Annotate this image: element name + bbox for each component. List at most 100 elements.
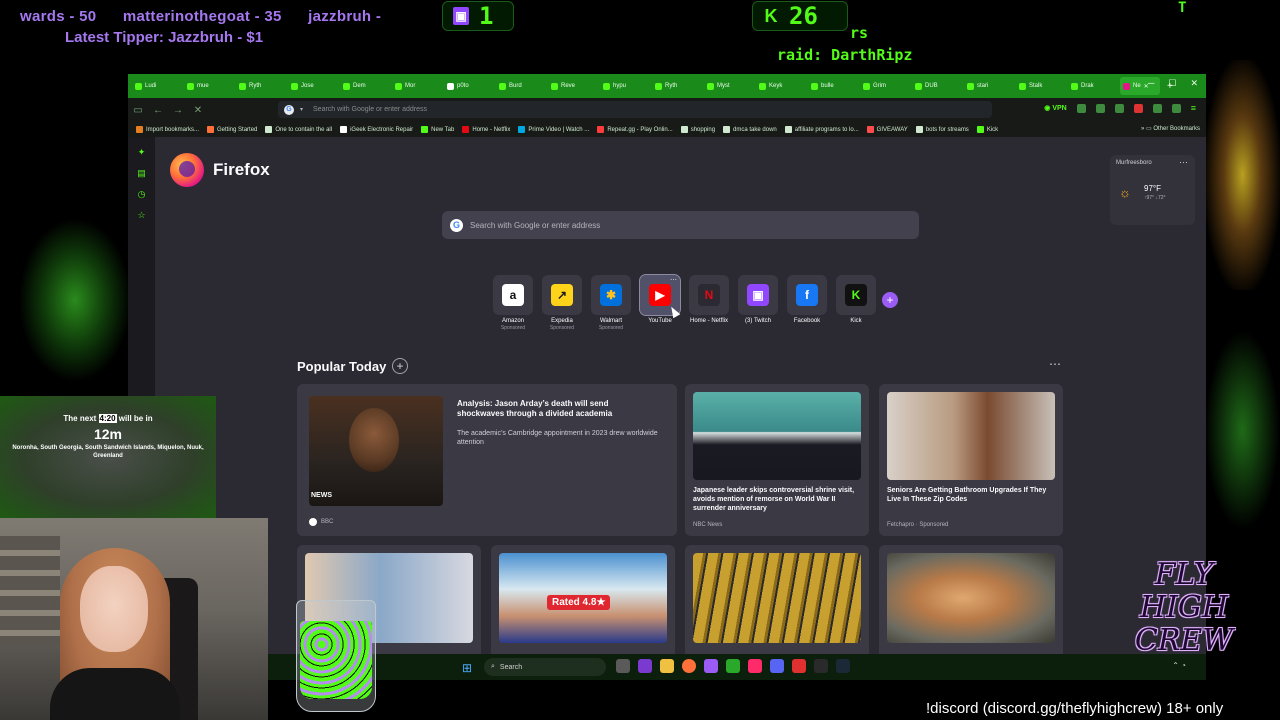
browser-tab[interactable]: Ryth — [236, 77, 287, 95]
steam-icon[interactable] — [836, 659, 850, 673]
shortcut-amazon[interactable]: a Amazon Sponsored — [493, 275, 533, 331]
extension-icon[interactable] — [1152, 103, 1162, 113]
more-options-icon[interactable]: ⋯ — [1179, 157, 1188, 168]
shortcut-tile[interactable]: ✱ — [591, 275, 631, 315]
browser-tab[interactable]: hypu — [600, 77, 651, 95]
bookmark-folder[interactable]: shopping — [680, 126, 715, 133]
bookmark-item[interactable]: Repeat.gg - Play Onlin... — [597, 126, 673, 133]
shortcut-kick[interactable]: K Kick — [836, 275, 876, 331]
bookmark-folder[interactable]: bots for streams — [915, 126, 969, 133]
other-bookmarks-folder[interactable]: » ▭ Other Bookmarks — [1141, 125, 1200, 132]
news-badge: NEWS — [311, 492, 332, 499]
app-icon[interactable] — [792, 659, 806, 673]
shortcut-tile[interactable]: ▣ — [738, 275, 778, 315]
extension-icon[interactable] — [1114, 103, 1124, 113]
close-icon[interactable]: ✕ — [1190, 78, 1198, 89]
windows-start-icon[interactable]: ⊞ — [462, 661, 472, 675]
section-menu-icon[interactable]: ⋯ — [1049, 357, 1061, 371]
shortcut-tile[interactable]: f — [787, 275, 827, 315]
shortcut-tile[interactable]: K — [836, 275, 876, 315]
ai-chat-icon[interactable]: ✦ — [128, 147, 155, 158]
browser-tab[interactable]: Stalk — [1016, 77, 1067, 95]
add-shortcut-button[interactable]: + — [882, 292, 898, 308]
story-card[interactable] — [685, 545, 869, 660]
firefox-taskbar-icon[interactable] — [682, 659, 696, 673]
sponsored-story-card[interactable]: Seniors Are Getting Bathroom Upgrades If… — [879, 384, 1063, 536]
browser-tab[interactable]: mue — [184, 77, 235, 95]
browser-tab[interactable]: Grim — [860, 77, 911, 95]
chevron-down-icon[interactable]: ▾ — [300, 106, 303, 113]
tiktok-icon[interactable] — [748, 659, 762, 673]
browser-tab[interactable]: bulle — [808, 77, 859, 95]
shortcut-expedia[interactable]: ↗ Expedia Sponsored — [542, 275, 582, 331]
vpn-button[interactable]: ◉ VPN — [1044, 104, 1066, 112]
shortcut-menu-icon[interactable]: ⋯ — [670, 276, 677, 284]
bookmark-item[interactable]: GIVEAWAY — [866, 126, 908, 133]
forward-icon[interactable]: → — [168, 105, 188, 116]
featured-story-card[interactable]: NEWS Analysis: Jason Arday’s death will … — [297, 384, 677, 536]
story-card[interactable]: Japanese leader skips controversial shri… — [685, 384, 869, 536]
bookmarks-star-icon[interactable]: ☆ — [128, 210, 155, 221]
browser-tab[interactable]: Dem — [340, 77, 391, 95]
menu-icon[interactable]: ≡ — [1191, 103, 1196, 113]
browser-tab[interactable]: DUB — [912, 77, 963, 95]
follow-topic-button[interactable]: + — [392, 358, 408, 374]
bookmark-folder[interactable]: affiliate programs to lo... — [784, 126, 859, 133]
browser-tab[interactable]: Keyk — [756, 77, 807, 95]
shortcut-tile[interactable]: a — [493, 275, 533, 315]
shortcut-walmart[interactable]: ✱ Walmart Sponsored — [591, 275, 631, 331]
browser-tab[interactable]: Myst — [704, 77, 755, 95]
weather-widget[interactable]: Murfreesboro ⋯ ☼ 97°F ↑97° ↓72° — [1110, 155, 1195, 225]
newtab-search-input[interactable]: G Search with Google or enter address — [442, 211, 919, 239]
browser-tab[interactable]: Mor — [392, 77, 443, 95]
discord-icon[interactable] — [770, 659, 784, 673]
extension-icon[interactable] — [1095, 103, 1105, 113]
story-card[interactable]: Rated 4.8★ — [491, 545, 675, 660]
app-icon[interactable] — [704, 659, 718, 673]
browser-tab[interactable]: Jose — [288, 77, 339, 95]
system-tray-chevron-icon[interactable]: ⌃ ◔ — [1172, 661, 1186, 670]
shortcut-tile[interactable]: ↗ — [542, 275, 582, 315]
bookmark-item[interactable]: iGeek Electronic Repair — [340, 126, 413, 133]
history-icon[interactable]: ◷ — [128, 189, 155, 200]
task-view-icon[interactable] — [616, 659, 630, 673]
sidebar-toggle-icon[interactable]: ▭ — [128, 105, 148, 116]
maximize-icon[interactable]: ☐ — [1168, 78, 1176, 89]
browser-tab[interactable]: p0to — [444, 77, 495, 95]
shortcut-tile[interactable]: N — [689, 275, 729, 315]
browser-tab[interactable]: Ryth — [652, 77, 703, 95]
extension-icon[interactable] — [1171, 103, 1181, 113]
bookmark-item[interactable]: Kick — [976, 126, 998, 133]
bookmark-item[interactable]: New Tab — [421, 126, 454, 133]
bookmark-item[interactable]: Prime Video | Watch ... — [518, 126, 589, 133]
browser-tab[interactable]: Drak — [1068, 77, 1119, 95]
tab-favicon-icon — [551, 82, 558, 90]
shortcut-youtube[interactable]: ▶ ⋯ YouTube — [639, 274, 681, 331]
browser-tab[interactable]: Reve — [548, 77, 599, 95]
browser-tab[interactable]: Ludi — [132, 77, 183, 95]
bookmark-item[interactable]: Getting Started — [207, 126, 257, 133]
back-icon[interactable]: ← — [148, 105, 168, 116]
obs-icon[interactable] — [814, 659, 828, 673]
xbox-icon[interactable] — [726, 659, 740, 673]
story-card[interactable] — [879, 545, 1063, 660]
minimize-icon[interactable]: ─ — [1148, 78, 1154, 89]
overlay-raid-label: raid: DarthRipz — [777, 46, 913, 64]
synced-tabs-icon[interactable]: ▤ — [128, 168, 155, 179]
bookmark-folder[interactable]: dmca take down — [723, 126, 777, 133]
bookmark-item[interactable]: Home - Netflix — [462, 126, 510, 133]
extension-icon[interactable] — [1076, 103, 1086, 113]
bookmark-folder[interactable]: One to contain the all — [265, 126, 332, 133]
taskbar-search[interactable]: ⌕ Search — [484, 658, 606, 676]
shortcut-twitch[interactable]: ▣ (3) Twitch — [738, 275, 778, 331]
app-icon[interactable] — [638, 659, 652, 673]
browser-tab[interactable]: Burd — [496, 77, 547, 95]
bookmark-item[interactable]: Import bookmarks... — [136, 126, 199, 133]
shortcut-netflix[interactable]: N Home - Netflix — [689, 275, 729, 331]
address-bar[interactable]: G ▾ Search with Google or enter address — [278, 101, 992, 118]
reload-icon[interactable]: ✕ — [188, 105, 208, 116]
extension-icon[interactable] — [1133, 103, 1143, 113]
browser-tab[interactable]: stari — [964, 77, 1015, 95]
shortcut-facebook[interactable]: f Facebook — [787, 275, 827, 331]
file-explorer-icon[interactable] — [660, 659, 674, 673]
